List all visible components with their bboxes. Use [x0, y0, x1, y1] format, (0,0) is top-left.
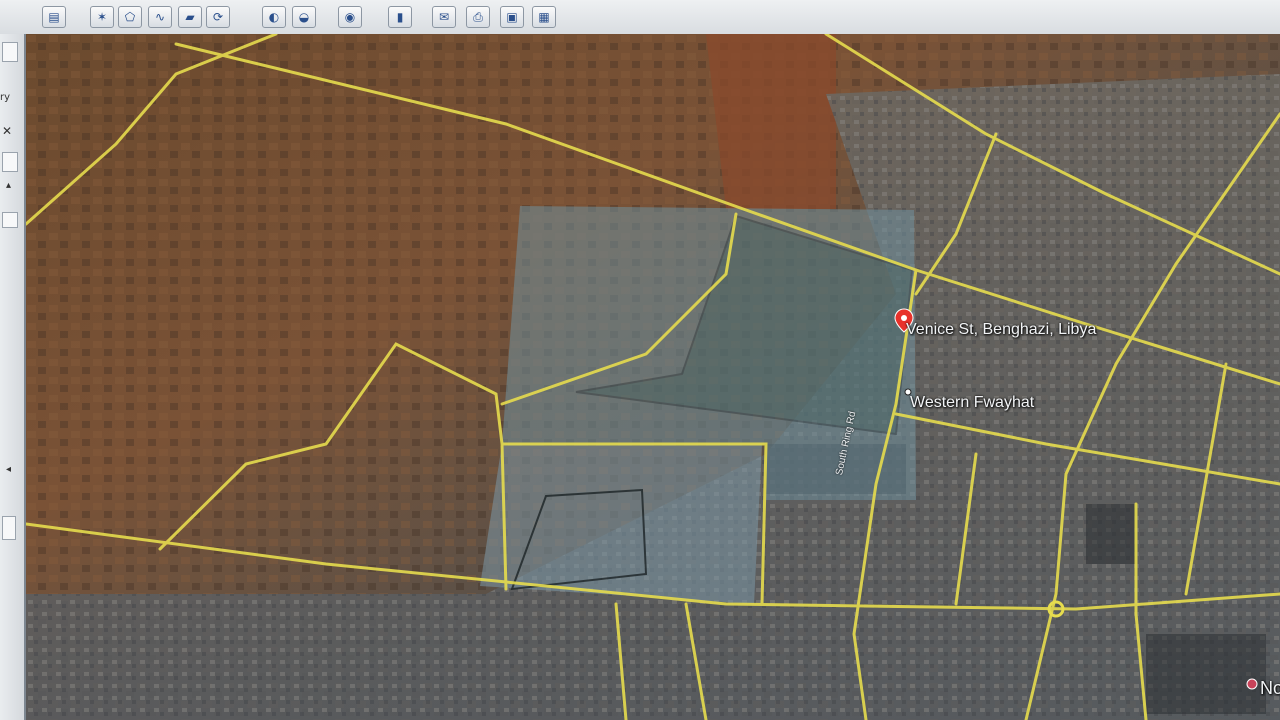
- partial-pin-icon: [1246, 678, 1258, 690]
- view-in-maps-icon[interactable]: ▦: [532, 6, 556, 28]
- sidebar-toggle-icon[interactable]: ▤: [42, 6, 66, 28]
- scroll-up-icon[interactable]: ▴: [6, 180, 11, 191]
- sun-icon[interactable]: ◐: [262, 6, 286, 28]
- sidebar-panel-button-2[interactable]: [2, 212, 18, 228]
- path-icon[interactable]: ∿: [148, 6, 172, 28]
- sidebar-tab[interactable]: [2, 42, 18, 62]
- sidebar-label-fragment: ry: [0, 92, 11, 103]
- placemark-icon[interactable]: ✶: [90, 6, 114, 28]
- close-icon[interactable]: ✕: [2, 124, 12, 138]
- collapse-left-icon[interactable]: ◂: [6, 464, 11, 475]
- place-label-western-fwayhat[interactable]: Western Fwayhat: [910, 394, 1034, 412]
- tour-icon[interactable]: ⟳: [206, 6, 230, 28]
- overlay-polygon-south: [480, 444, 762, 604]
- email-icon[interactable]: ✉: [432, 6, 456, 28]
- sidebar-panel: ry ✕ ▴ ◂: [0, 34, 26, 720]
- map-viewport[interactable]: Venice St, Benghazi, Libya Western Fwayh…: [26, 34, 1280, 720]
- save-image-icon[interactable]: ▣: [500, 6, 524, 28]
- toolbar: ▤ ✶ ⬠ ∿ ▰ ⟳ ◐ ◒ ◉ ▮ ✉ ⎙ ▣ ▦: [0, 0, 1280, 35]
- planets-icon[interactable]: ◉: [338, 6, 362, 28]
- place-label-partial[interactable]: No: [1260, 678, 1280, 699]
- satellite-imagery: [26, 34, 1280, 720]
- polygon-icon[interactable]: ⬠: [118, 6, 142, 28]
- print-icon[interactable]: ⎙: [466, 6, 490, 28]
- ruler-icon[interactable]: ▮: [388, 6, 412, 28]
- place-label-venice-st[interactable]: Venice St, Benghazi, Libya: [906, 321, 1096, 339]
- expand-handle[interactable]: [2, 516, 16, 540]
- overlay-icon[interactable]: ▰: [178, 6, 202, 28]
- historical-imagery-icon[interactable]: ◒: [292, 6, 316, 28]
- sidebar-panel-button[interactable]: [2, 152, 18, 172]
